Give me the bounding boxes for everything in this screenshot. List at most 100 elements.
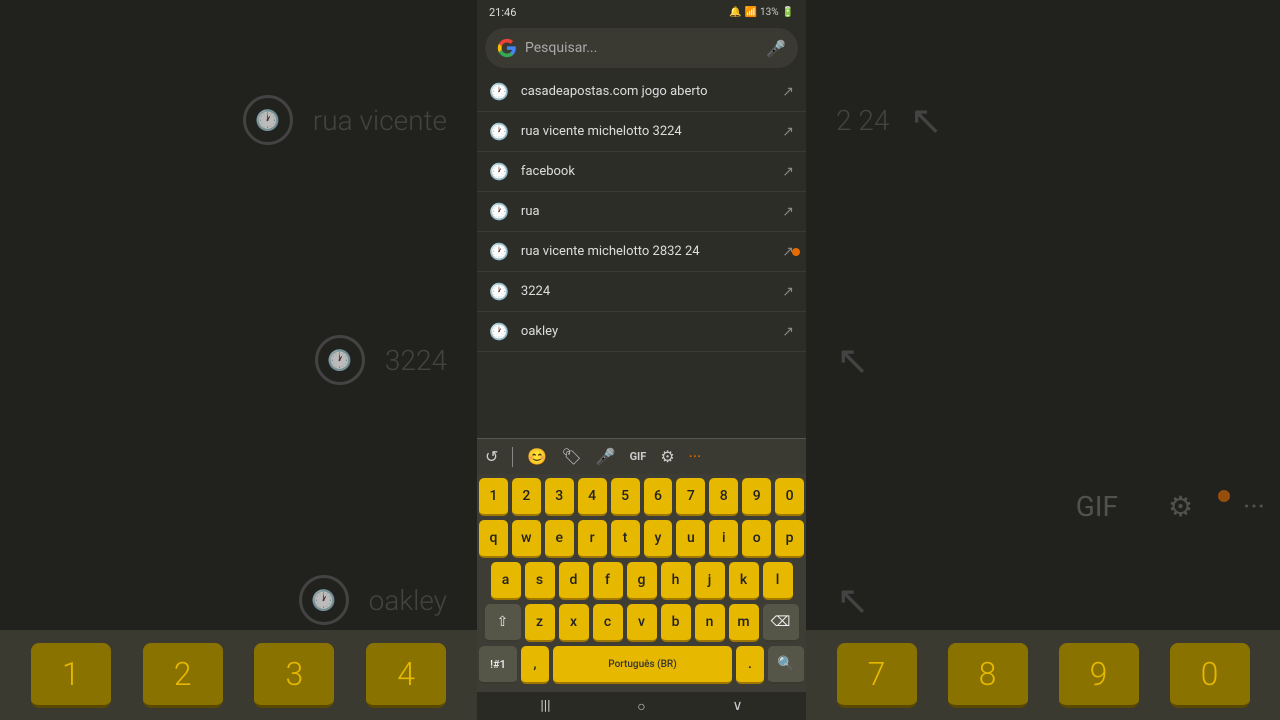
- key-k[interactable]: k: [729, 562, 759, 600]
- background-right: 2 24 ↖ ↖ ↖: [806, 0, 1280, 720]
- settings-icon[interactable]: ⚙: [660, 447, 674, 466]
- suggestions-list: 🕐 casadeapostas.com jogo aberto ↗ 🕐 rua …: [477, 72, 806, 438]
- asdf-row: a s d f g h j k l: [479, 562, 804, 600]
- shift-key[interactable]: ⇧: [485, 604, 521, 642]
- bg-arrow-2: ↖: [836, 337, 870, 384]
- clock-icon-3: 🕐: [299, 575, 349, 625]
- arrow-icon-3: ↗: [782, 164, 794, 180]
- special-key[interactable]: !#1: [479, 646, 517, 684]
- key-p[interactable]: p: [775, 520, 804, 558]
- search-placeholder: Pesquisar...: [525, 40, 758, 56]
- key-b[interactable]: b: [661, 604, 691, 642]
- number-row: 1 2 3 4 5 6 7 8 9 0: [479, 478, 804, 516]
- arrow-icon-4: ↗: [782, 204, 794, 220]
- suggestion-6[interactable]: 🕐 3224 ↗: [477, 272, 806, 312]
- status-bar: 21:46 🔔 📶 13% 🔋: [477, 0, 806, 24]
- key-g[interactable]: g: [627, 562, 657, 600]
- key-u[interactable]: u: [676, 520, 705, 558]
- key-9[interactable]: 9: [742, 478, 771, 516]
- key-f[interactable]: f: [593, 562, 623, 600]
- suggestion-text-5: rua vicente michelotto 2832 24: [521, 244, 770, 259]
- keyboard-mic-icon[interactable]: 🎤: [596, 447, 616, 466]
- key-c[interactable]: c: [593, 604, 623, 642]
- key-7[interactable]: 7: [676, 478, 705, 516]
- suggestion-3[interactable]: 🕐 facebook ↗: [477, 152, 806, 192]
- keyboard: 1 2 3 4 5 6 7 8 9 0 q w e r t y u i o p …: [477, 474, 806, 692]
- key-0[interactable]: 0: [775, 478, 804, 516]
- suggestion-2[interactable]: 🕐 rua vicente michelotto 3224 ↗: [477, 112, 806, 152]
- key-e[interactable]: e: [545, 520, 574, 558]
- clock-icon-2: 🕐: [315, 335, 365, 385]
- comma-key[interactable]: ,: [521, 646, 549, 684]
- key-i[interactable]: i: [709, 520, 738, 558]
- history-icon-7: 🕐: [489, 322, 509, 341]
- backspace-key[interactable]: ⌫: [763, 604, 799, 642]
- suggestion-text-6: 3224: [521, 284, 770, 299]
- nav-bar: ||| ○ ∨: [477, 692, 806, 720]
- bg-text-2: 3224: [385, 344, 447, 377]
- toolbar-divider: [512, 447, 513, 467]
- suggestion-text-4: rua: [521, 204, 770, 219]
- suggestion-1[interactable]: 🕐 casadeapostas.com jogo aberto ↗: [477, 72, 806, 112]
- back-nav-icon[interactable]: ∨: [732, 698, 742, 714]
- key-o[interactable]: o: [742, 520, 771, 558]
- key-5[interactable]: 5: [611, 478, 640, 516]
- suggestion-7[interactable]: 🕐 oakley ↗: [477, 312, 806, 352]
- key-4[interactable]: 4: [578, 478, 607, 516]
- search-key[interactable]: 🔍: [768, 646, 804, 684]
- suggestion-text-7: oakley: [521, 324, 770, 339]
- period-key[interactable]: .: [736, 646, 764, 684]
- history-icon-2: 🕐: [489, 122, 509, 141]
- bg-key-1: 1: [31, 643, 111, 708]
- suggestion-5[interactable]: 🕐 rua vicente michelotto 2832 24 ↗: [477, 232, 806, 272]
- key-a[interactable]: a: [491, 562, 521, 600]
- battery-icon: 🔋: [782, 7, 794, 18]
- arrow-icon-6: ↗: [782, 284, 794, 300]
- emoji-icon[interactable]: 😊: [527, 447, 547, 466]
- status-time: 21:46: [489, 6, 516, 19]
- bg-arrow-1: ↖: [909, 97, 943, 144]
- key-d[interactable]: d: [559, 562, 589, 600]
- key-z[interactable]: z: [525, 604, 555, 642]
- gif-icon[interactable]: GIF: [630, 450, 647, 463]
- key-q[interactable]: q: [479, 520, 508, 558]
- bg-key-3: 3: [254, 643, 334, 708]
- key-8[interactable]: 8: [709, 478, 738, 516]
- phone-screen: 21:46 🔔 📶 13% 🔋 Pesquisar... 🎤 🕐 casadea…: [477, 0, 806, 720]
- bg-key-7: 7: [837, 643, 917, 708]
- key-2[interactable]: 2: [512, 478, 541, 516]
- key-x[interactable]: x: [559, 604, 589, 642]
- key-r[interactable]: r: [578, 520, 607, 558]
- bg-key-2: 2: [143, 643, 223, 708]
- space-key[interactable]: Português (BR): [553, 646, 732, 684]
- key-w[interactable]: w: [512, 520, 541, 558]
- key-j[interactable]: j: [695, 562, 725, 600]
- zxcv-row: ⇧ z x c v b n m ⌫: [479, 604, 804, 642]
- key-t[interactable]: t: [611, 520, 640, 558]
- key-v[interactable]: v: [627, 604, 657, 642]
- menu-nav-icon[interactable]: |||: [540, 698, 550, 714]
- key-h[interactable]: h: [661, 562, 691, 600]
- home-nav-icon[interactable]: ○: [637, 698, 645, 715]
- key-1[interactable]: 1: [479, 478, 508, 516]
- signal-icon: 📶: [745, 7, 757, 18]
- bottom-row: !#1 , Português (BR) . 🔍: [479, 646, 804, 684]
- mic-icon[interactable]: 🎤: [766, 39, 786, 58]
- status-icons: 🔔 📶 13% 🔋: [729, 7, 794, 18]
- search-bar[interactable]: Pesquisar... 🎤: [485, 28, 798, 68]
- key-l[interactable]: l: [763, 562, 793, 600]
- alarm-icon: 🔔: [729, 7, 741, 18]
- keyboard-toolbar: ↺ 😊 🏷 🎤 GIF ⚙ ···: [477, 438, 806, 474]
- key-m[interactable]: m: [729, 604, 759, 642]
- undo-icon[interactable]: ↺: [485, 447, 498, 466]
- sticker-icon[interactable]: 🏷: [561, 447, 581, 466]
- key-y[interactable]: y: [644, 520, 673, 558]
- key-s[interactable]: s: [525, 562, 555, 600]
- key-n[interactable]: n: [695, 604, 725, 642]
- key-3[interactable]: 3: [545, 478, 574, 516]
- suggestion-4[interactable]: 🕐 rua ↗: [477, 192, 806, 232]
- bg-clock-3: 🕐 oakley: [299, 575, 447, 625]
- more-icon[interactable]: ···: [689, 447, 702, 466]
- key-6[interactable]: 6: [644, 478, 673, 516]
- bg-text-right-1: 2 24: [836, 104, 889, 137]
